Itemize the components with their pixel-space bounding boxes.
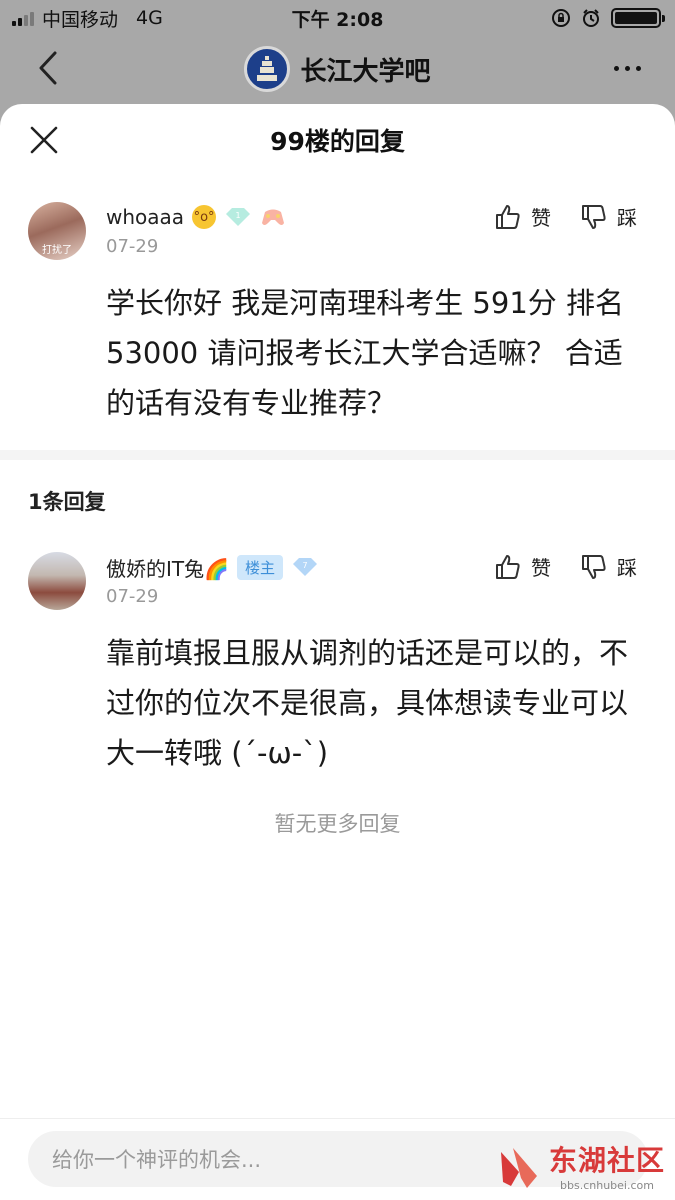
pagoda-icon — [257, 56, 278, 81]
status-right — [551, 8, 665, 28]
forum-logo — [244, 46, 291, 92]
post-content: 学长你好 我是河南理科考生 591分 排名53000 请问报考长江大学合适嘛？ … — [106, 286, 625, 420]
watermark-text: 东湖社区 bbs.cnhubei.com — [549, 1139, 665, 1192]
post-date: 07-29 — [106, 236, 159, 257]
watermark-name: 东湖社区 — [548, 1144, 665, 1177]
reply-sheet: 99楼的回复 打扰了 whoaaa °o° 1 07-29 赞 踩 学长你好 我… — [0, 104, 675, 1200]
thumbs-down-icon — [582, 554, 606, 579]
status-bar: 中国移动 4G 下午 2:08 — [0, 0, 675, 36]
dislike-button[interactable]: 踩 — [581, 202, 637, 231]
more-button[interactable] — [605, 48, 649, 88]
bottom-bar: 给你一个神评的机会... 东湖社区 bbs.cnhubei.com — [0, 1118, 675, 1200]
watermark-logo-icon — [500, 1147, 537, 1188]
forum-title: 长江大学吧 — [300, 56, 431, 87]
thumbs-up-icon — [496, 204, 520, 229]
dislike-label: 踩 — [617, 556, 637, 580]
like-button[interactable]: 赞 — [495, 202, 551, 231]
watermark: 东湖社区 bbs.cnhubei.com — [497, 1139, 665, 1192]
thumbs-down-icon — [582, 204, 606, 229]
carrier-label: 中国移动 — [42, 8, 119, 31]
status-left: 中国移动 4G — [12, 5, 163, 32]
username[interactable]: 傲娇的IT兔🌈 — [106, 553, 229, 582]
dislike-button[interactable]: 踩 — [581, 552, 637, 581]
thumbs-up-icon — [496, 554, 520, 579]
like-button[interactable]: 赞 — [495, 552, 551, 581]
post-actions: 赞 踩 — [495, 202, 637, 231]
reply-count: 1条回复 — [28, 490, 106, 514]
network-label: 4G — [136, 7, 163, 29]
reply-date: 07-29 — [106, 586, 159, 607]
close-button[interactable] — [24, 120, 64, 160]
reply-actions: 赞 踩 — [495, 552, 637, 581]
nav-bar: 长江大学吧 — [0, 36, 675, 102]
more-dots-icon — [613, 65, 619, 71]
back-button[interactable] — [28, 48, 68, 88]
sheet-title: 99楼的回复 — [270, 127, 405, 156]
reply-content: 靠前填报且服从调剂的话还是可以的，不过你的位次不是很高，具体想读专业可以大一转哦… — [106, 636, 629, 770]
section-divider — [0, 450, 675, 460]
close-icon — [30, 126, 58, 154]
like-label: 赞 — [531, 206, 551, 230]
diamond-level-icon: 1 — [226, 208, 251, 226]
avatar-caption: 打扰了 — [42, 245, 72, 256]
battery-icon — [611, 8, 665, 28]
sheet-header: 99楼的回复 — [0, 104, 675, 176]
user-level: 7 — [303, 561, 308, 570]
alarm-icon — [583, 9, 599, 27]
reply-item: 傲娇的IT兔🌈 楼主 7 07-29 赞 踩 靠前填报且服从调剂的话还是可以的，… — [0, 516, 675, 778]
diamond-level-icon: 7 — [293, 558, 318, 576]
no-more-replies: 暂无更多回复 — [274, 812, 401, 836]
flushed-emoji-icon: °o° — [192, 205, 217, 229]
user-level: 1 — [236, 211, 241, 220]
op-badge: 楼主 — [237, 554, 284, 580]
avatar[interactable]: 打扰了 — [28, 202, 86, 260]
avatar[interactable] — [28, 552, 86, 610]
watermark-url: bbs.cnhubei.com — [560, 1179, 654, 1192]
forum-title-group[interactable]: 长江大学吧 — [244, 46, 431, 92]
orientation-lock-icon — [552, 9, 570, 27]
username[interactable]: whoaaa — [106, 205, 184, 229]
main-post: 打扰了 whoaaa °o° 1 07-29 赞 踩 学长你好 我是河南理科考生… — [0, 176, 675, 450]
like-label: 赞 — [531, 556, 551, 580]
signal-icon — [12, 10, 34, 26]
dislike-label: 踩 — [617, 206, 637, 230]
gamepad-icon — [262, 209, 285, 225]
chevron-left-icon — [39, 51, 57, 85]
